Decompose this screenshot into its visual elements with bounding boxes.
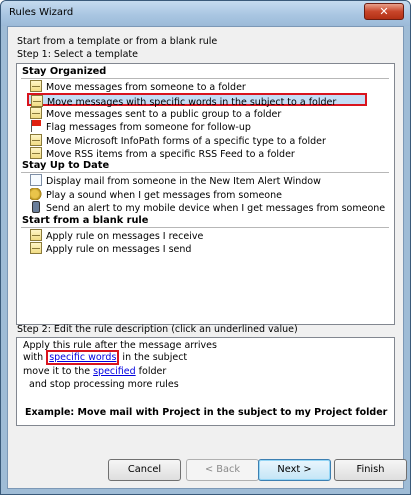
template-item-label: Move messages from someone to a folder [46, 82, 246, 93]
speaker-icon [30, 187, 42, 200]
flag-icon [30, 120, 42, 133]
template-item[interactable]: Flag messages from someone for follow-up [30, 120, 386, 133]
description-line-3-suffix: folder [135, 366, 167, 377]
envelope-icon [30, 242, 42, 254]
template-item-label: Apply rule on messages I send [46, 244, 192, 255]
template-item[interactable]: Apply rule on messages I receive [30, 228, 386, 242]
description-line-2-suffix: in the subject [119, 352, 188, 363]
window-title: Rules Wizard [9, 7, 74, 18]
specified-folder-link[interactable]: specified [93, 366, 136, 377]
section-header-stay-up-to-date: Stay Up to Date [22, 160, 110, 172]
cancel-button[interactable]: Cancel [108, 459, 181, 481]
step1-label: Step 1: Select a template [17, 49, 138, 60]
title-bar[interactable]: Rules Wizard ✕ [1, 1, 410, 26]
template-item[interactable]: Play a sound when I get messages from so… [30, 187, 386, 201]
description-line-3: move it to the specified folder [23, 366, 166, 378]
envelope-icon [30, 80, 42, 92]
specific-words-link[interactable]: specific words [49, 352, 116, 363]
step2-label: Step 2: Edit the rule description (click… [17, 324, 298, 335]
close-button[interactable]: ✕ [364, 3, 404, 20]
envelope-icon [30, 133, 42, 146]
template-item-label: Move Microsoft InfoPath forms of a speci… [46, 135, 326, 147]
intro-text: Start from a template or from a blank ru… [17, 36, 218, 47]
template-item-label: Send an alert to my mobile device when I… [46, 203, 386, 215]
alert-window-icon [30, 174, 42, 187]
template-item[interactable]: Move Microsoft InfoPath forms of a speci… [30, 133, 386, 147]
template-item[interactable]: Display mail from someone in the New Ite… [30, 174, 386, 187]
mobile-phone-icon [32, 201, 40, 214]
envelope-icon [31, 95, 43, 108]
section-header-stay-organized: Stay Organized [22, 66, 107, 77]
section-divider [21, 226, 389, 228]
envelope-icon [30, 228, 42, 241]
template-item-label: Display mail from someone in the New Ite… [46, 176, 321, 188]
envelope-icon [30, 147, 42, 159]
section-divider [21, 172, 389, 174]
template-item[interactable]: Move messages sent to a public group to … [30, 106, 386, 120]
highlight-box: specific words [46, 350, 120, 365]
section-divider [21, 78, 389, 79]
template-item[interactable]: Move RSS items from a specific RSS Feed … [30, 147, 386, 160]
rules-wizard-window: Rules Wizard ✕ Start from a template or … [0, 0, 411, 495]
description-line-2-prefix: with [23, 352, 47, 363]
next-button[interactable]: Next > [258, 459, 331, 481]
example-text: Example: Move mail with Project in the s… [25, 407, 388, 418]
description-line-4: and stop processing more rules [23, 379, 179, 390]
template-item-selected[interactable]: Move messages with specific words in the… [27, 93, 367, 108]
description-line-3-prefix: move it to the [23, 366, 94, 377]
dialog-body: Start from a template or from a blank ru… [7, 26, 407, 489]
template-item[interactable]: Apply rule on messages I send [30, 242, 386, 255]
template-item-label: Apply rule on messages I receive [46, 230, 204, 242]
envelope-icon [30, 106, 42, 119]
finish-button[interactable]: Finish [334, 459, 407, 481]
section-header-blank-rule: Start from a blank rule [22, 214, 149, 226]
template-list[interactable]: Stay Organized Move messages from someone… [16, 63, 395, 325]
description-line-2: with specific words in the subject [23, 350, 188, 365]
template-item[interactable]: Move messages from someone to a folder [30, 80, 386, 93]
template-item-label: Flag messages from someone for follow-up [46, 122, 251, 134]
rule-description-box: Apply this rule after the message arrive… [16, 337, 395, 426]
template-item-label: Move messages sent to a public group to … [46, 108, 282, 120]
template-item-label: Play a sound when I get messages from so… [46, 189, 282, 201]
back-button[interactable]: < Back [186, 459, 259, 481]
template-item-label: Move RSS items from a specific RSS Feed … [46, 149, 295, 160]
template-item[interactable]: Send an alert to my mobile device when I… [30, 201, 386, 214]
